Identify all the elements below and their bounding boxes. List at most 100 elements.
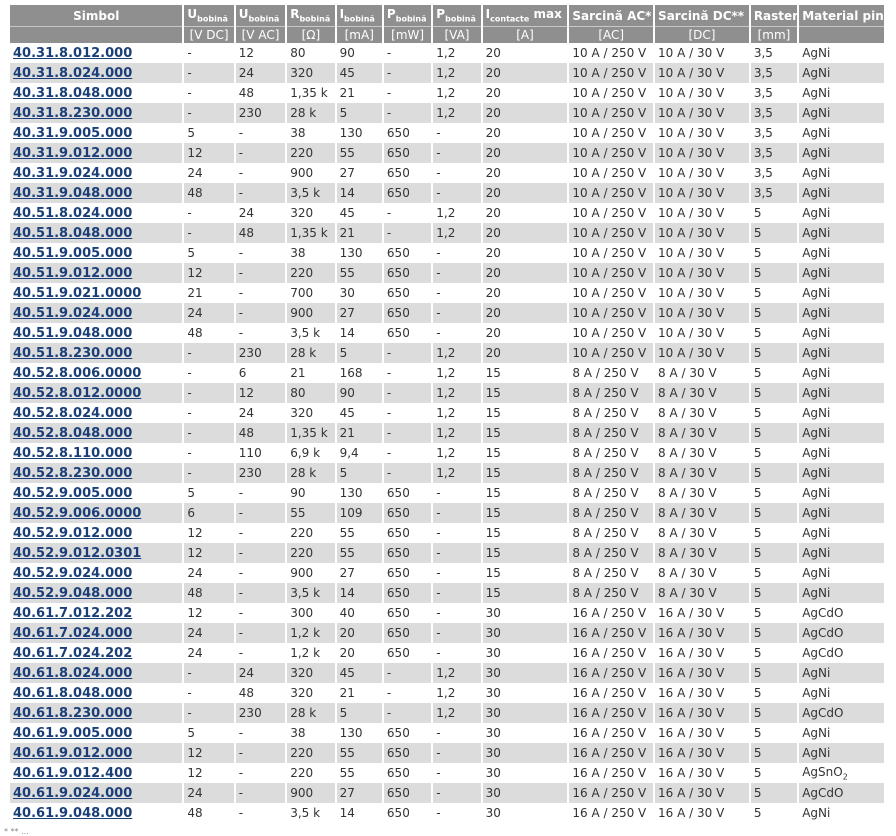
- table-cell: 12: [235, 383, 286, 403]
- table-cell: 5: [187, 726, 196, 740]
- product-code-link[interactable]: 40.61.9.005.000: [13, 726, 132, 741]
- table-cell: 16 A / 30 V: [655, 783, 749, 803]
- product-code-link[interactable]: 40.31.9.024.000: [13, 166, 132, 181]
- table-row: 40.31.9.005.000 5 - 38 130 650 - 20 10 A / 250 V…: [10, 123, 884, 143]
- table-cell: 1,2: [433, 63, 481, 83]
- col-header-current: Ibobină: [336, 5, 382, 26]
- table-cell: 12: [238, 46, 255, 60]
- product-code-link[interactable]: 40.52.9.024.000: [13, 566, 132, 581]
- table-cell: 8 A / 30 V: [655, 583, 749, 603]
- table-cell: 14: [336, 183, 382, 203]
- product-code-link[interactable]: 40.51.9.048.000: [13, 326, 132, 341]
- table-cell: -: [433, 583, 481, 603]
- product-code-link[interactable]: 40.52.9.048.000: [13, 586, 132, 601]
- product-code-link[interactable]: 40.31.9.012.000: [13, 146, 132, 161]
- product-code-link[interactable]: 40.61.9.048.000: [13, 806, 132, 821]
- col-header-resistance: Rbobină: [287, 5, 335, 26]
- table-cell: AgSnO2: [802, 764, 848, 782]
- product-code-link[interactable]: 40.61.9.012.000: [13, 746, 132, 761]
- product-code-link[interactable]: 40.52.9.012.0301: [13, 546, 141, 561]
- table-cell: 10 A / 30 V: [658, 326, 725, 340]
- table-cell: 8 A / 250 V: [569, 383, 654, 403]
- table-cell: AgNi: [799, 423, 884, 443]
- table-cell: 45: [339, 406, 355, 420]
- table-cell: 30: [485, 646, 501, 660]
- product-code-link[interactable]: 40.61.9.012.400: [13, 766, 132, 781]
- product-code-link[interactable]: 40.61.7.012.202: [13, 606, 132, 621]
- table-row: 40.31.9.012.000 12-220 55 650-20 10 A / 250 …: [10, 143, 884, 163]
- product-code-cell: 40.52.8.012.0000: [10, 383, 183, 403]
- table-cell: 55: [336, 143, 382, 163]
- table-cell: 27: [339, 166, 355, 180]
- table-cell: 24: [184, 623, 234, 643]
- table-cell: 10 A / 30 V: [658, 126, 725, 140]
- product-code-link[interactable]: 40.52.9.005.000: [13, 486, 132, 501]
- product-code-link[interactable]: 40.51.9.024.000: [13, 306, 132, 321]
- product-code-link[interactable]: 40.52.9.012.000: [13, 526, 132, 541]
- product-code-link[interactable]: 40.61.8.230.000: [13, 706, 132, 721]
- product-code-link[interactable]: 40.52.8.110.000: [13, 446, 132, 461]
- product-code-link[interactable]: 40.52.8.230.000: [13, 466, 132, 481]
- table-cell: 38: [290, 126, 306, 140]
- unit-cell: [V DC]: [184, 26, 234, 43]
- table-cell: 24: [184, 303, 234, 323]
- product-code-link[interactable]: 40.31.9.048.000: [13, 186, 132, 201]
- product-code-link[interactable]: 40.61.7.024.000: [13, 626, 132, 641]
- table-cell: 80: [290, 46, 306, 60]
- product-code-link[interactable]: 40.52.8.012.0000: [13, 386, 141, 401]
- product-code-link[interactable]: 40.31.8.048.000: [13, 86, 132, 101]
- table-row: 40.31.9.048.000 48-3,5 k 14 650-20 10 A / 25…: [10, 183, 884, 203]
- table-cell: 5: [753, 206, 762, 220]
- table-cell: 230: [235, 463, 286, 483]
- product-code-link[interactable]: 40.31.8.230.000: [13, 106, 132, 121]
- product-code-link[interactable]: 40.61.9.024.000: [13, 786, 132, 801]
- product-code-link[interactable]: 40.52.9.006.0000: [13, 506, 141, 521]
- table-cell: 5: [753, 326, 762, 340]
- table-cell: 1,2: [433, 103, 481, 123]
- product-code-link[interactable]: 40.31.8.012.000: [13, 46, 132, 61]
- table-row: 40.31.8.024.000-24 320 45-1,2 20 10 A / 250 …: [10, 63, 884, 83]
- table-cell: 20: [336, 623, 382, 643]
- product-code-link[interactable]: 40.51.8.048.000: [13, 226, 132, 241]
- col-header-u-ac: Ubobină: [235, 5, 286, 26]
- product-code-link[interactable]: 40.31.9.005.000: [13, 126, 132, 141]
- table-cell: 27: [336, 783, 382, 803]
- product-code-link[interactable]: 40.61.7.024.202: [13, 646, 132, 661]
- table-cell: AgNi: [799, 463, 884, 483]
- table-cell: 30: [482, 783, 568, 803]
- table-cell: 5: [750, 223, 798, 243]
- table-cell: 20: [339, 646, 355, 660]
- product-code-link[interactable]: 40.52.8.024.000: [13, 406, 132, 421]
- product-code-link[interactable]: 40.52.8.048.000: [13, 426, 132, 441]
- product-code-link[interactable]: 40.61.8.024.000: [13, 666, 132, 681]
- table-cell: 650: [386, 286, 410, 300]
- product-code-link[interactable]: 40.51.9.012.000: [13, 266, 132, 281]
- table-cell: 3,5: [750, 63, 798, 83]
- table-cell: 16 A / 250 V: [572, 646, 647, 660]
- product-code-link[interactable]: 40.51.8.230.000: [13, 346, 132, 361]
- product-code-link[interactable]: 40.51.8.024.000: [13, 206, 132, 221]
- table-cell: AgNi: [799, 183, 884, 203]
- table-cell: 5: [336, 703, 382, 723]
- table-cell: 10 A / 250 V: [572, 126, 647, 140]
- product-code-link[interactable]: 40.52.8.006.0000: [13, 366, 141, 381]
- table-cell: 650: [386, 486, 410, 500]
- table-cell: -: [184, 663, 234, 683]
- table-cell: 220: [287, 143, 335, 163]
- product-code-link[interactable]: 40.61.8.048.000: [13, 686, 132, 701]
- table-cell: 16 A / 30 V: [655, 703, 749, 723]
- table-cell: 700: [290, 286, 314, 300]
- table-cell: -: [238, 286, 244, 300]
- table-cell: -: [235, 263, 286, 283]
- table-cell: 650: [386, 126, 410, 140]
- table-cell: -: [184, 343, 234, 363]
- table-cell: -: [436, 326, 441, 340]
- table-row: 40.61.7.024.202 24 - 1,2 k 20 650 - 30 16 A / 25…: [10, 643, 884, 663]
- product-code-link[interactable]: 40.51.9.021.0000: [13, 286, 141, 301]
- table-cell: 40: [339, 606, 355, 620]
- table-cell: 5: [750, 343, 798, 363]
- product-code-link[interactable]: 40.51.9.005.000: [13, 246, 132, 261]
- table-cell: 220: [287, 263, 335, 283]
- product-code-link[interactable]: 40.31.8.024.000: [13, 66, 132, 81]
- table-cell: 10 A / 30 V: [655, 143, 749, 163]
